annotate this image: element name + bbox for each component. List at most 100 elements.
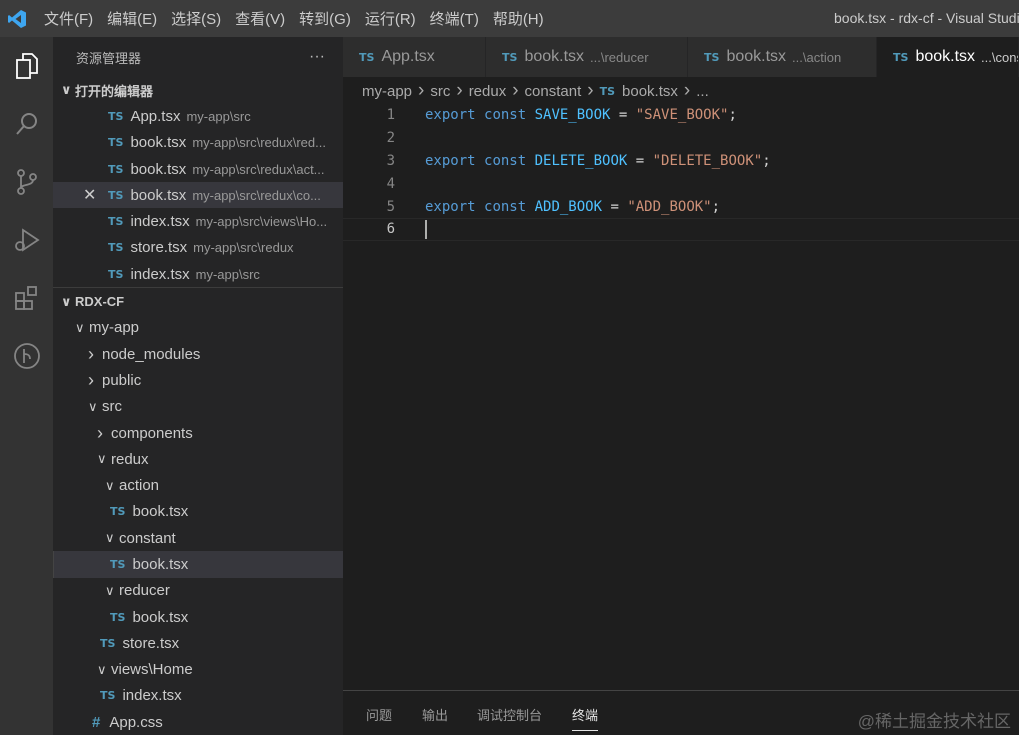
editor-tab[interactable]: TS book.tsx ...\action [688,37,877,77]
breadcrumb-item[interactable]: redux [469,83,507,100]
typescript-file-icon: TS [108,267,124,281]
tree-item[interactable]: TS book.tsx [53,551,343,578]
close-icon[interactable]: ✕ [83,185,97,205]
open-editors-header[interactable]: ∨ 打开的编辑器 [53,77,343,103]
extensions-icon[interactable] [0,269,53,327]
open-editor-item[interactable]: TS book.tsx my-app\src\redux\act... [53,156,343,182]
tab-debug-console[interactable]: 调试控制台 [477,705,542,724]
breadcrumb-item[interactable]: book.tsx [622,83,678,100]
tree-item-label: my-app [89,319,140,337]
chevron-right-icon: › [88,369,94,390]
open-editor-item[interactable]: TS book.tsx my-app\src\redux\red... [53,130,343,156]
chevron-down-icon: ∨ [88,398,98,414]
tree-item[interactable]: › public [53,367,343,393]
tree-item[interactable]: ∨ action [53,472,343,498]
chevron-down-icon: ∨ [105,477,115,493]
line-number: 1 [386,107,395,124]
search-icon[interactable] [0,95,53,153]
workspace-header[interactable]: ∨ RDX-CF [53,288,343,314]
window-title: book.tsx - rdx-cf - Visual Studio Code [834,10,1019,26]
file-name: book.tsx [130,134,187,152]
open-editor-item[interactable]: TS index.tsx my-app\src\views\Ho... [53,208,343,234]
title-bar: 文件(F) 编辑(E) 选择(S) 查看(V) 转到(G) 运行(R) 终端(T) 帮助(H)… [0,0,1019,37]
code-line[interactable]: 4 [343,172,1019,195]
vscode-logo-icon [2,0,32,37]
chevron-down-icon: ∨ [97,451,107,467]
typescript-file-icon: TS [110,610,126,624]
menu-item[interactable]: 文件(F) [44,8,93,29]
breadcrumb-item[interactable]: my-app [362,83,412,100]
code-token: export [425,198,485,215]
run-debug-icon[interactable] [0,211,53,269]
code-token: const [484,107,535,124]
tree-item-label: reducer [119,582,170,600]
menu-item[interactable]: 编辑(E) [107,8,157,29]
tree-item[interactable]: TS book.tsx [53,499,343,525]
code-line[interactable]: 1 export const SAVE_BOOK = "SAVE_BOOK"; [343,104,1019,127]
activity-bar [0,37,53,735]
chevron-down-icon: ∨ [61,293,72,309]
editor-tab[interactable]: TS book.tsx ...\reducer [486,37,688,77]
editor-tab[interactable]: TS book.tsx ...\constant [877,37,1019,77]
chevron-down-icon: ∨ [75,319,85,335]
code-line[interactable]: 3 export const DELETE_BOOK = "DELETE_BOOK… [343,150,1019,173]
git-graph-icon[interactable] [0,327,53,385]
tree-item[interactable]: # App.css [53,709,343,735]
typescript-file-icon: TS [359,50,375,64]
explorer-icon[interactable] [0,37,53,95]
tree-item[interactable]: ∨ reducer [53,578,343,604]
tree-item[interactable]: › node_modules [53,341,343,367]
breadcrumb-item[interactable]: ... [696,83,709,100]
source-control-icon[interactable] [0,153,53,211]
open-editor-item[interactable]: TS store.tsx my-app\src\redux [53,235,343,261]
tree-item[interactable]: TS book.tsx [53,604,343,630]
tree-item[interactable]: ∨ constant [53,525,343,551]
tab-problems[interactable]: 问题 [366,705,392,724]
tree-item-label: App.css [109,713,163,731]
tree-item[interactable]: ∨ my-app [53,315,343,341]
chevron-down-icon: ∨ [105,582,115,598]
menu-bar: 文件(F) 编辑(E) 选择(S) 查看(V) 转到(G) 运行(R) 终端(T) 帮助(H) [44,8,558,29]
open-editor-item[interactable]: TS App.tsx my-app\src [53,103,343,129]
code-line[interactable]: 6 [343,217,1019,241]
tree-item-label: redux [111,450,149,468]
menu-item[interactable]: 运行(R) [365,8,416,29]
breadcrumb-item[interactable]: src [430,83,450,100]
file-name: store.tsx [130,239,188,257]
tab-description: ...\action [792,49,842,65]
tab-terminal[interactable]: 终端 [572,705,599,731]
menu-item[interactable]: 帮助(H) [493,8,544,29]
editor-tab[interactable]: TS App.tsx [343,37,486,77]
chevron-right-icon: › [418,80,425,101]
menu-item[interactable]: 选择(S) [171,8,221,29]
code-line[interactable]: 5 export const ADD_BOOK = "ADD_BOOK"; [343,195,1019,218]
tree-item[interactable]: TS index.tsx [53,683,343,709]
open-editor-item[interactable]: TS index.tsx my-app\src [53,261,343,287]
file-name: index.tsx [130,213,190,231]
menu-item[interactable]: 转到(G) [299,8,351,29]
breadcrumb-item[interactable]: constant [525,83,582,100]
menu-item[interactable]: 查看(V) [235,8,285,29]
menu-item[interactable]: 终端(T) [430,8,479,29]
typescript-file-icon: TS [100,689,116,703]
tab-output[interactable]: 输出 [422,705,448,724]
tree-item[interactable]: ∨ views\Home [53,657,343,683]
tree-item[interactable]: ∨ redux [53,446,343,472]
code-line[interactable]: 2 [343,127,1019,150]
breadcrumb: my-app › src › redux › constant › TS book.tsx ›... [362,80,709,102]
chevron-right-icon: › [512,80,519,101]
tab-name: book.tsx [915,48,976,65]
line-number: 5 [386,198,395,215]
chevron-right-icon: › [88,343,94,364]
tree-item[interactable]: ∨ src [53,394,343,420]
typescript-file-icon: TS [893,50,909,64]
tree-item[interactable]: › components [53,420,343,446]
typescript-file-icon: TS [100,636,116,650]
open-editors-label: 打开的编辑器 [75,83,154,99]
tree-item-label: book.tsx [132,503,189,521]
more-actions-button[interactable]: ··· [309,48,325,66]
line-number: 4 [386,175,395,192]
open-editor-item[interactable]: ✕ TS book.tsx my-app\src\redux\co... [53,182,343,209]
tree-item[interactable]: TS store.tsx [53,630,343,656]
code-editor[interactable]: 1 export const SAVE_BOOK = "SAVE_BOOK"; 2 3… [343,104,1019,241]
